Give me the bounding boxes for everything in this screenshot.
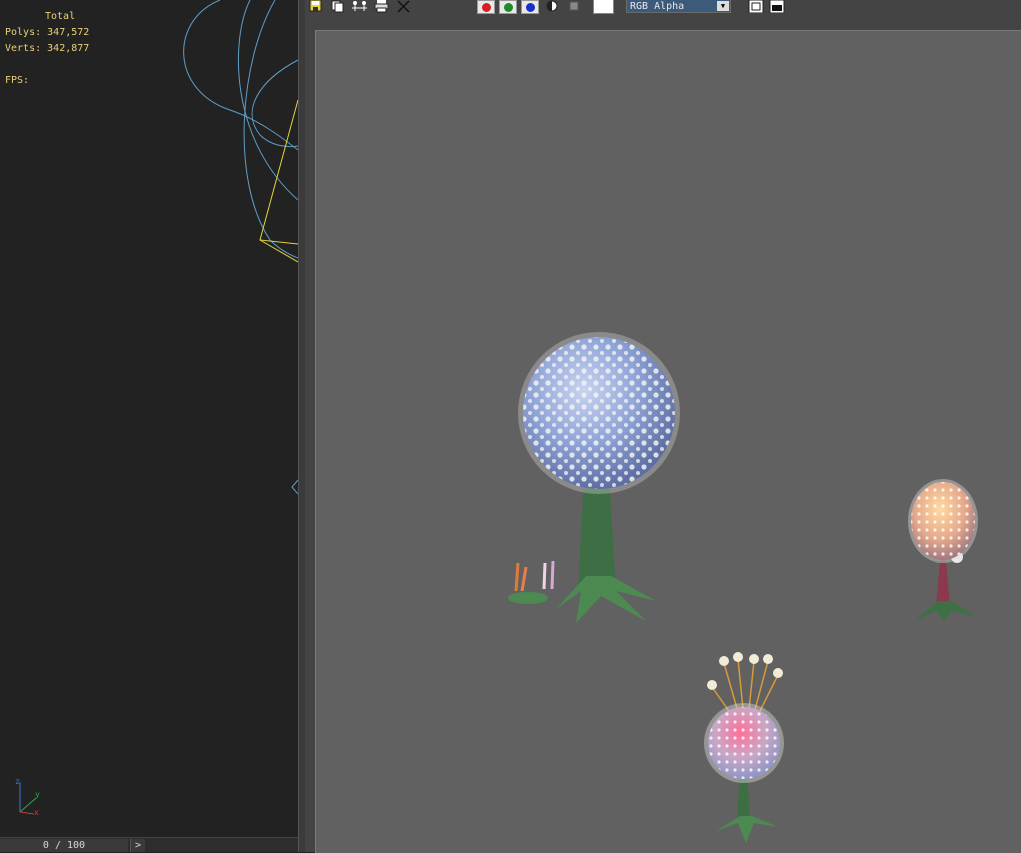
clone-window-icon[interactable]	[351, 0, 369, 13]
clear-channels-icon[interactable]	[567, 0, 581, 13]
color-swatch[interactable]	[593, 0, 614, 14]
copy-image-icon[interactable]	[331, 0, 345, 13]
axis-z-label: z	[15, 777, 20, 786]
green-dot-icon	[504, 3, 513, 12]
small-pink-plant	[704, 652, 784, 843]
chevron-down-icon[interactable]: ▼	[717, 1, 729, 11]
polys-label: Polys:	[5, 27, 42, 38]
toggle-ui-overlay-icon[interactable]	[748, 0, 764, 13]
next-frame-button[interactable]: >	[130, 839, 145, 852]
verts-label: Verts:	[5, 43, 42, 54]
stats-header: Total	[45, 11, 76, 22]
time-slider[interactable]: 0 / 100 >	[0, 837, 298, 852]
axis-y-label: y	[35, 790, 40, 799]
frame-window-toolbar: RGB Alpha ▼	[305, 0, 1021, 15]
toggle-background-icon[interactable]	[769, 0, 785, 13]
small-orange-plant	[908, 479, 978, 621]
scene-statistics: Total Polys: 347,572 Verts: 342,877 FPS:	[5, 9, 89, 89]
save-image-icon[interactable]	[309, 0, 323, 13]
perspective-viewport[interactable]: Total Polys: 347,572 Verts: 342,877 FPS:…	[0, 0, 298, 852]
print-image-icon[interactable]	[374, 0, 390, 13]
clear-icon[interactable]	[397, 0, 411, 13]
channel-display-select[interactable]: RGB Alpha ▼	[626, 0, 731, 13]
rendered-frame-window	[305, 15, 1021, 853]
axis-x-label: x	[34, 808, 39, 817]
polys-value: 347,572	[47, 27, 90, 38]
channel-display-value: RGB Alpha	[630, 1, 685, 12]
rendered-plants-image	[508, 332, 978, 843]
verts-value: 342,877	[47, 43, 90, 54]
red-channel-button[interactable]	[477, 0, 495, 14]
fps-label: FPS:	[5, 75, 30, 86]
large-blue-plant	[508, 332, 680, 623]
axis-gizmo-icon: z y x	[15, 777, 40, 817]
chevron-right-icon: >	[134, 840, 142, 851]
green-channel-button[interactable]	[499, 0, 517, 14]
rendered-image[interactable]	[315, 30, 1021, 853]
blue-dot-icon	[526, 3, 535, 12]
blue-channel-button[interactable]	[521, 0, 539, 14]
frame-counter[interactable]: 0 / 100	[0, 839, 128, 852]
monochrome-icon[interactable]	[545, 0, 559, 13]
wireframe-scene	[183, 0, 298, 495]
red-dot-icon	[482, 3, 491, 12]
viewport-splitter[interactable]	[298, 0, 305, 852]
